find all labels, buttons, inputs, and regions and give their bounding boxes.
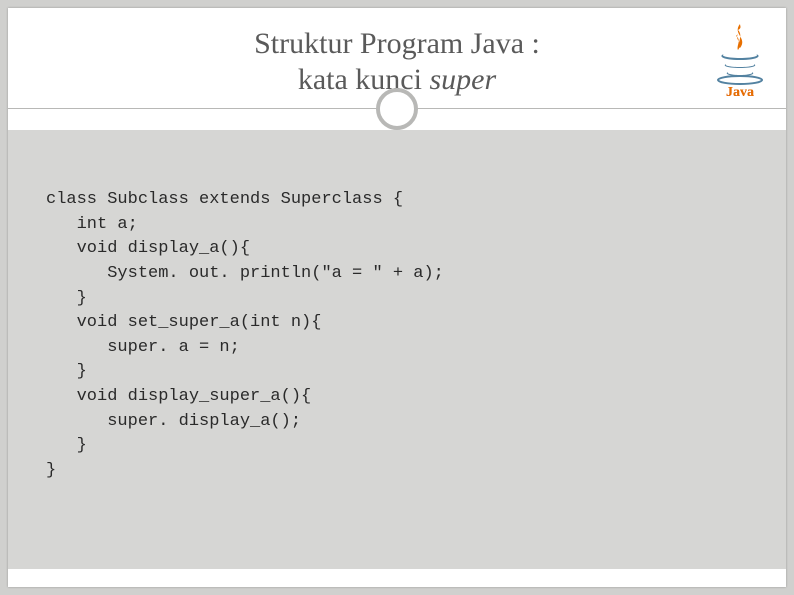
code-l6: void set_super_a(int n){ <box>46 313 321 332</box>
code-l7: super. a = n; <box>46 338 240 357</box>
circle-decoration <box>376 88 418 130</box>
code-l5: } <box>46 289 87 308</box>
code-l12: } <box>46 461 56 480</box>
code-block: class Subclass extends Superclass { int … <box>46 188 444 484</box>
java-logo: Java Java <box>708 20 772 100</box>
code-l2: int a; <box>46 215 138 234</box>
content-area: class Subclass extends Superclass { int … <box>8 130 786 569</box>
code-l4: System. out. println("a = " + a); <box>46 264 444 283</box>
slide-header: Struktur Program Java : kata kunci super <box>8 8 786 109</box>
slide: Java Java Struktur Program Java : kata k… <box>8 8 786 587</box>
code-l1: class Subclass extends Superclass { <box>46 190 403 209</box>
code-l9: void display_super_a(){ <box>46 387 311 406</box>
code-l10: super. display_a(); <box>46 412 301 431</box>
code-l11: } <box>46 436 87 455</box>
svg-text:Java: Java <box>726 85 754 100</box>
code-l3: void display_a(){ <box>46 239 250 258</box>
title-line2-prefix: kata kunci <box>298 63 430 96</box>
title-line1: Struktur Program Java : <box>254 27 540 60</box>
code-l8: } <box>46 362 87 381</box>
title-line2-italic: super <box>429 63 496 96</box>
